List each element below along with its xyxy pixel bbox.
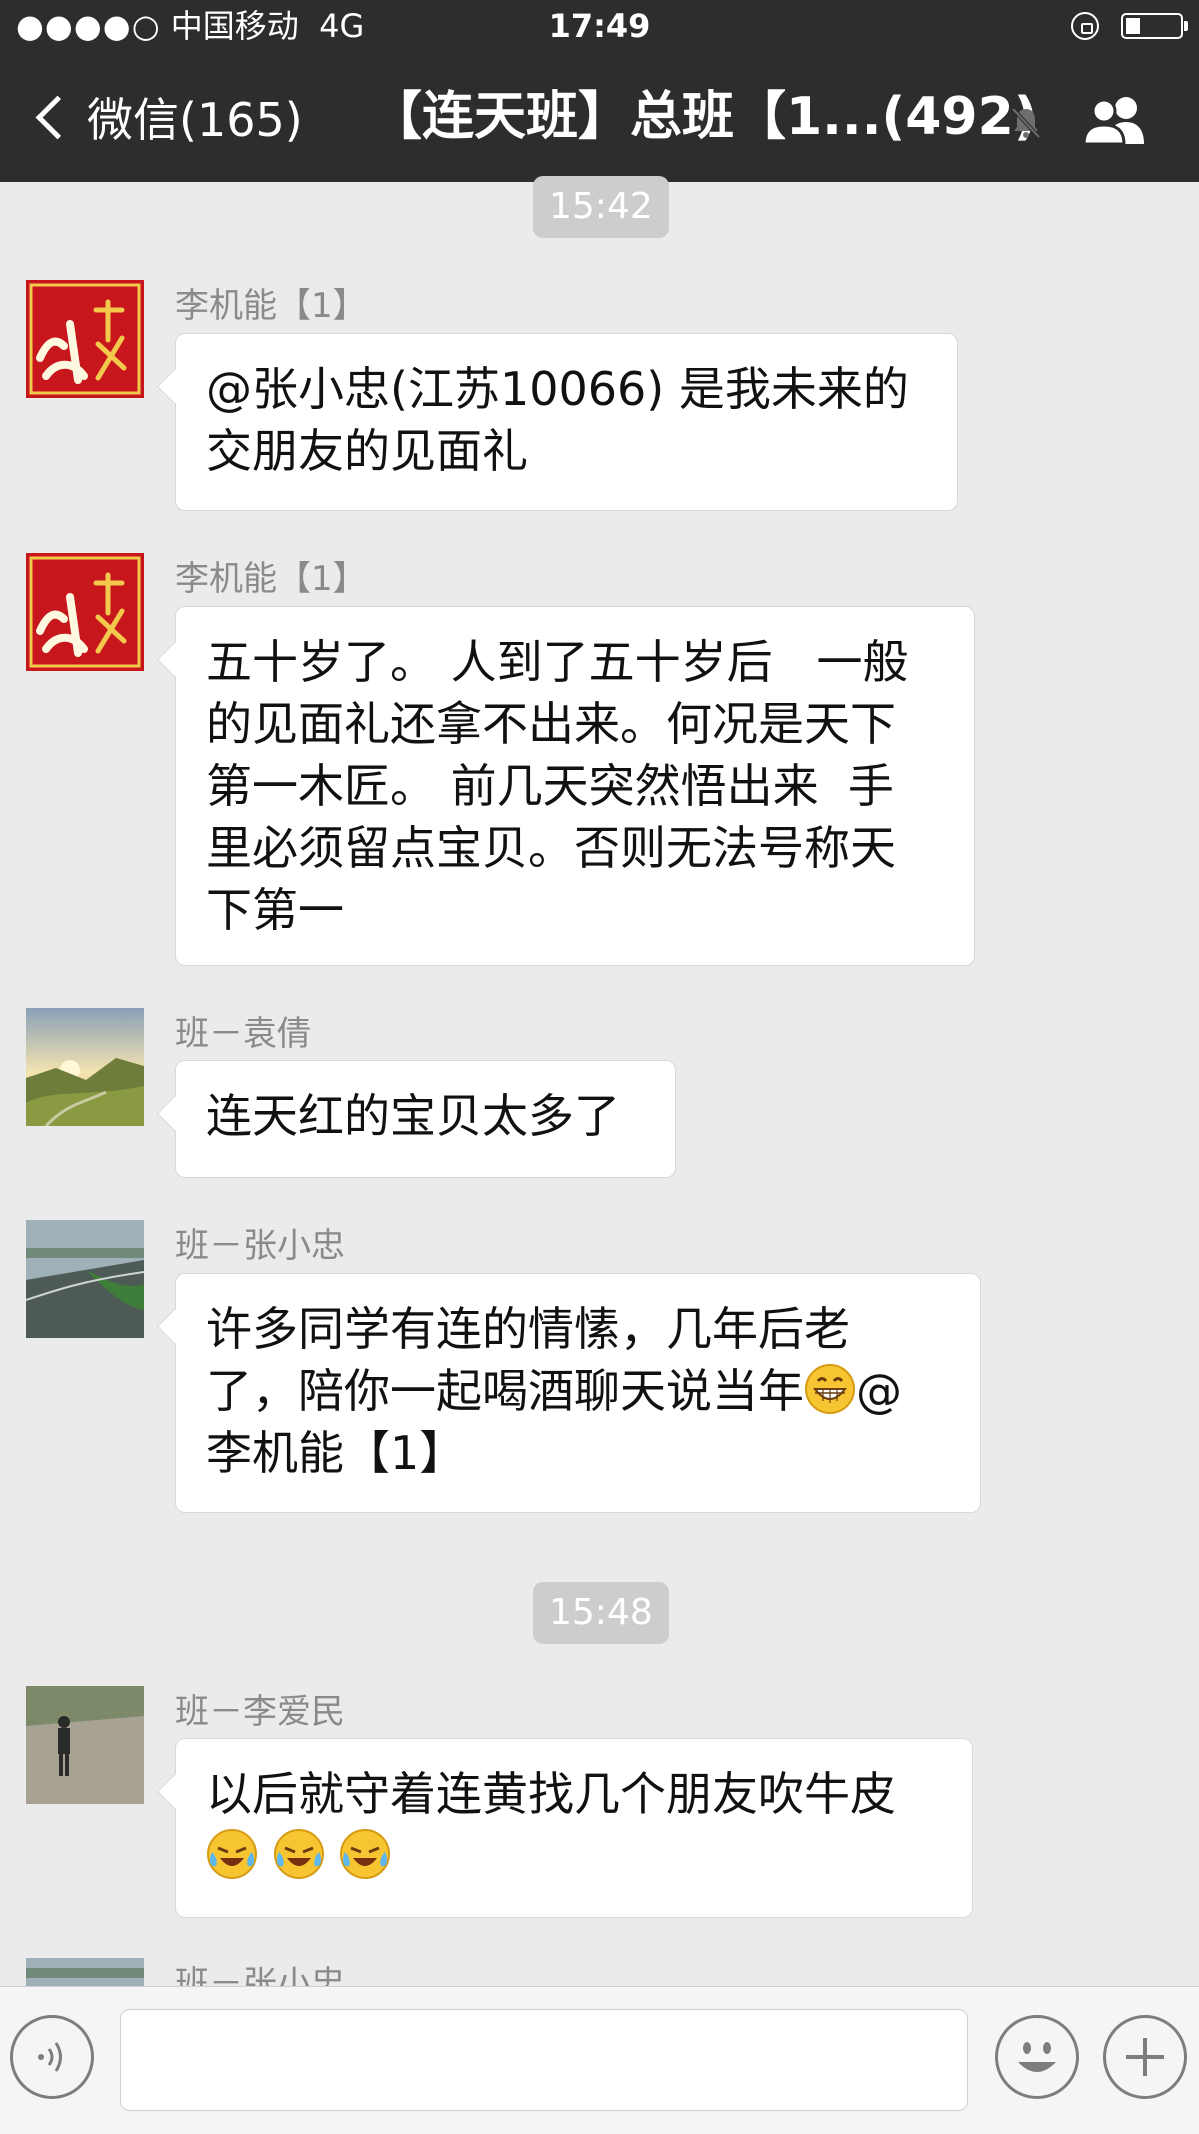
message-line: 以后就守着连黄找几个朋友吹牛皮 — [206, 1767, 896, 1821]
sender-name: 李机能【1】 — [175, 559, 367, 599]
plus-button[interactable] — [1103, 2015, 1187, 2099]
emoji-icon — [1018, 2042, 1056, 2072]
emoji-button[interactable] — [995, 2015, 1079, 2099]
message-line: 交朋友的见面礼 — [206, 424, 528, 478]
chat-title: 【连天班】总班【1...(492) — [370, 87, 1038, 147]
message-bubble[interactable]: 五十岁了。 人到了五十岁后 一般 的见面礼还拿不出来。何况是天下 第一木匠。 前… — [175, 606, 975, 966]
voice-button[interactable] — [10, 2015, 94, 2099]
chevron-left-icon — [35, 95, 80, 139]
message-bubble[interactable]: 连天红的宝贝太多了 — [175, 1060, 676, 1178]
avatar[interactable] — [26, 1220, 144, 1338]
message-line: 五十岁了。 人到了五十岁后 一般 — [206, 635, 909, 689]
time-divider: 15:42 — [533, 176, 669, 238]
message-bubble[interactable]: 许多同学有连的情愫，几年后老 了，陪你一起喝酒聊天说当年 @ 李机能【1】 — [175, 1273, 981, 1513]
input-bar — [0, 1986, 1199, 2134]
message-bubble[interactable]: 以后就守着连黄找几个朋友吹牛皮 — [175, 1738, 973, 1918]
crying-laughing-emoji-icon — [207, 1829, 257, 1879]
top-bar: ●●●●○ 中国移动 4G 17:49 微信(165) 【连天班】总班【1...… — [0, 0, 1199, 182]
message-line: 许多同学有连的情愫，几年后老 — [206, 1302, 850, 1356]
sender-name: 李机能【1】 — [175, 286, 367, 326]
message-line: 连天红的宝贝太多了 — [206, 1089, 620, 1143]
sender-name: 班－张小忠 — [175, 1964, 345, 1986]
group-members-icon[interactable] — [1080, 94, 1150, 146]
message-bubble[interactable]: @张小忠(江苏10066) 是我未来的 交朋友的见面礼 — [175, 333, 958, 511]
sunset-landscape-avatar-icon — [26, 1008, 144, 1126]
navigation-bar: 微信(165) 【连天班】总班【1...(492) — [0, 52, 1199, 182]
road-photo-avatar-icon — [26, 1958, 144, 1986]
crying-laughing-emoji-icon — [340, 1829, 391, 1879]
message-line: @张小忠(江苏10066) 是我未来的 — [206, 362, 909, 416]
back-button[interactable]: 微信(165) — [28, 82, 303, 152]
mute-bell-icon — [1011, 107, 1041, 139]
voice-icon — [38, 2042, 62, 2072]
red-calligraphy-avatar-icon — [26, 553, 144, 671]
avatar[interactable] — [26, 1686, 144, 1804]
mention-at: @ — [856, 1364, 902, 1418]
grinning-face-emoji-icon — [805, 1364, 855, 1414]
red-calligraphy-avatar-icon — [26, 280, 144, 398]
message-line-text: 了，陪你一起喝酒聊天说当年 — [206, 1364, 804, 1418]
message-line: 下第一 — [206, 883, 344, 937]
avatar[interactable] — [26, 280, 144, 398]
status-time: 17:49 — [548, 7, 651, 45]
orientation-lock-icon — [1071, 12, 1099, 40]
message-line: 了，陪你一起喝酒聊天说当年 @ — [206, 1360, 950, 1422]
time-divider: 15:48 — [533, 1582, 669, 1644]
crying-laughing-emoji-icon — [273, 1829, 324, 1879]
road-photo-avatar-icon — [26, 1220, 144, 1338]
message-line: 第一木匠。 前几天突然悟出来 手 — [206, 759, 894, 813]
message-line: 李机能【1】 — [206, 1426, 466, 1480]
plus-icon — [1126, 2038, 1164, 2076]
person-walking-avatar-icon — [26, 1686, 144, 1804]
avatar[interactable] — [26, 1958, 144, 1986]
message-input[interactable] — [120, 2009, 968, 2111]
message-line: 里必须留点宝贝。否则无法号称天 — [206, 821, 896, 875]
message-line: 的见面礼还拿不出来。何况是天下 — [206, 697, 896, 751]
emoji-row — [206, 1825, 942, 1887]
avatar[interactable] — [26, 553, 144, 671]
sender-name: 班－张小忠 — [175, 1226, 345, 1266]
status-bar: ●●●●○ 中国移动 4G 17:49 — [0, 0, 1199, 52]
sender-name: 班－袁倩 — [175, 1014, 311, 1054]
battery-icon — [1121, 13, 1188, 39]
avatar[interactable] — [26, 1008, 144, 1126]
sender-name: 班－李爱民 — [175, 1692, 345, 1732]
back-label: 微信(165) — [87, 93, 303, 147]
